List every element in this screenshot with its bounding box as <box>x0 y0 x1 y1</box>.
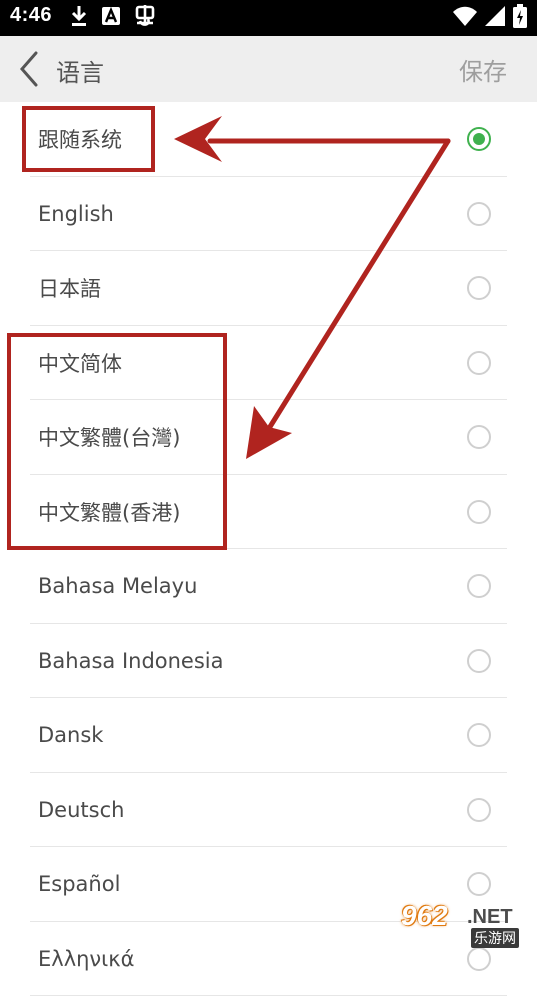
battery-charging-icon <box>513 4 527 32</box>
status-time: 4:46 <box>10 4 52 27</box>
language-label: 中文繁體(香港) <box>38 497 180 527</box>
back-button[interactable] <box>14 50 50 88</box>
language-option-simplified-chinese[interactable]: 中文简体 <box>0 326 537 401</box>
radio-button[interactable] <box>467 947 491 971</box>
radio-button[interactable] <box>467 798 491 822</box>
language-label: Bahasa Melayu <box>38 574 197 598</box>
status-bar: 4:46 <box>0 0 537 36</box>
language-option-german[interactable]: Deutsch <box>0 773 537 848</box>
radio-button[interactable] <box>467 872 491 896</box>
language-option-japanese[interactable]: 日本語 <box>0 251 537 326</box>
language-label: Español <box>38 872 120 896</box>
radio-button[interactable] <box>467 500 491 524</box>
radio-button[interactable] <box>467 574 491 598</box>
language-option-spanish[interactable]: Español <box>0 847 537 922</box>
language-option-greek[interactable]: Ελληνικά <box>0 922 537 996</box>
radio-button[interactable] <box>467 351 491 375</box>
signal-icon <box>485 6 505 30</box>
radio-button[interactable] <box>467 425 491 449</box>
download-icon <box>70 5 88 31</box>
save-button[interactable]: 保存 <box>459 52 507 87</box>
wifi-icon <box>453 6 477 30</box>
language-label: 中文繁體(台灣) <box>38 422 180 452</box>
radio-button[interactable] <box>467 276 491 300</box>
page-title: 语言 <box>56 53 104 88</box>
language-label: Deutsch <box>38 798 124 822</box>
language-option-traditional-chinese-taiwan[interactable]: 中文繁體(台灣) <box>0 400 537 475</box>
language-label: 日本語 <box>38 273 101 303</box>
language-option-follow-system[interactable]: 跟随系统 <box>0 102 537 177</box>
language-list: 跟随系统 English 日本語 中文简体 中文繁體(台灣) 中文繁體(香港) … <box>0 102 537 996</box>
bug-icon <box>134 5 156 31</box>
status-icons-right <box>453 6 527 30</box>
language-label: 中文简体 <box>38 348 122 378</box>
a-box-icon <box>102 7 120 29</box>
status-icons-left <box>70 6 156 30</box>
language-label: 跟随系统 <box>38 124 122 154</box>
language-option-danish[interactable]: Dansk <box>0 698 537 773</box>
language-label: English <box>38 202 114 226</box>
language-label: Ελληνικά <box>38 947 135 971</box>
language-option-english[interactable]: English <box>0 177 537 252</box>
radio-button[interactable] <box>467 649 491 673</box>
language-option-malay[interactable]: Bahasa Melayu <box>0 549 537 624</box>
radio-button[interactable] <box>467 202 491 226</box>
title-bar: 语言 保存 <box>0 36 537 102</box>
language-option-indonesian[interactable]: Bahasa Indonesia <box>0 624 537 699</box>
radio-button-selected[interactable] <box>467 127 491 151</box>
language-label: Dansk <box>38 723 103 747</box>
language-label: Bahasa Indonesia <box>38 649 224 673</box>
radio-button[interactable] <box>467 723 491 747</box>
language-option-traditional-chinese-hongkong[interactable]: 中文繁體(香港) <box>0 475 537 550</box>
chevron-left-icon <box>14 50 50 88</box>
